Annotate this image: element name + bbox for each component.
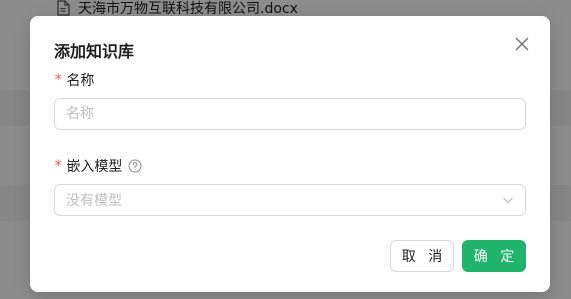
required-mark: * — [54, 158, 63, 174]
close-button[interactable] — [514, 36, 530, 52]
required-mark: * — [54, 72, 63, 88]
close-icon — [514, 36, 530, 52]
name-label-text: 名称 — [66, 73, 95, 89]
add-knowledge-base-dialog: 添加知识库 * 名称 * 嵌入模型 没有模型 — [30, 16, 550, 292]
embedding-model-select[interactable]: 没有模型 — [54, 184, 526, 216]
model-label-text: 嵌入模型 — [66, 159, 123, 175]
chevron-down-icon — [502, 194, 514, 206]
cancel-button[interactable]: 取 消 — [390, 240, 454, 272]
dialog-title: 添加知识库 — [54, 42, 135, 61]
select-placeholder: 没有模型 — [66, 193, 122, 209]
confirm-button[interactable]: 确 定 — [462, 240, 526, 272]
model-field-label: * 嵌入模型 — [54, 156, 142, 176]
question-circle-icon[interactable] — [128, 159, 142, 173]
name-field-label: * 名称 — [54, 70, 94, 90]
name-input[interactable] — [54, 98, 526, 130]
